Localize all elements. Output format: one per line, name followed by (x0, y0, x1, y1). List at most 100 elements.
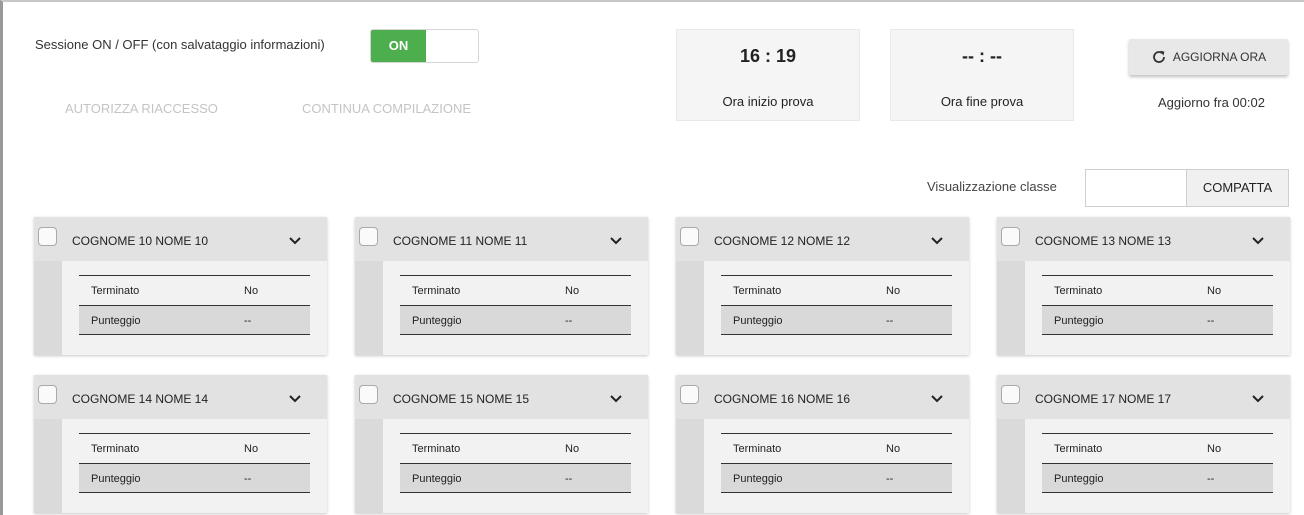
info-value: No (565, 443, 580, 455)
session-toggle[interactable]: ON (370, 29, 479, 63)
chevron-down-icon[interactable] (609, 391, 623, 403)
info-value: -- (886, 473, 894, 485)
student-info-table: Terminato No Punteggio -- (1042, 433, 1273, 493)
compact-view-button[interactable]: COMPATTA (1186, 169, 1289, 207)
start-time-caption: Ora inizio prova (722, 94, 814, 109)
student-card: COGNOME 13 NOME 13 Terminato No Punteggio -- (997, 217, 1290, 355)
info-value: No (244, 443, 259, 455)
info-value: No (886, 443, 901, 455)
student-info-table: Terminato No Punteggio -- (400, 275, 631, 335)
info-label: Punteggio (412, 473, 462, 485)
student-card-header[interactable]: COGNOME 17 NOME 17 (997, 375, 1290, 419)
toggle-on-label[interactable]: ON (371, 30, 426, 62)
student-info-table: Terminato No Punteggio -- (79, 433, 310, 493)
student-card: COGNOME 15 NOME 15 Terminato No Punteggio -- (355, 375, 648, 513)
info-value: No (244, 285, 259, 297)
chevron-down-icon[interactable] (1251, 391, 1265, 403)
card-side-strip (355, 419, 383, 513)
info-value: -- (886, 315, 894, 327)
student-info-row: Terminato No (79, 275, 310, 305)
info-label: Punteggio (412, 315, 462, 327)
info-label: Punteggio (91, 315, 141, 327)
student-info-table: Terminato No Punteggio -- (721, 275, 952, 335)
student-info-row: Terminato No (721, 433, 952, 463)
student-name: COGNOME 12 NOME 12 (714, 234, 851, 248)
start-time-box: 16 : 19 Ora inizio prova (676, 29, 860, 121)
card-side-strip (676, 419, 704, 513)
info-label: Terminato (733, 285, 782, 297)
student-card-header[interactable]: COGNOME 11 NOME 11 (355, 217, 648, 261)
class-view-label: Visualizzazione classe (927, 179, 1057, 194)
student-select-checkbox[interactable] (680, 227, 699, 246)
student-select-checkbox[interactable] (680, 385, 699, 404)
student-name: COGNOME 10 NOME 10 (72, 234, 209, 248)
student-name: COGNOME 14 NOME 14 (72, 392, 209, 406)
student-info-row: Punteggio -- (721, 305, 952, 335)
student-info-table: Terminato No Punteggio -- (400, 433, 631, 493)
student-card: COGNOME 11 NOME 11 Terminato No Punteggio -- (355, 217, 648, 355)
student-name: COGNOME 16 NOME 16 (714, 392, 851, 406)
card-side-strip (676, 261, 704, 355)
student-info-row: Punteggio -- (1042, 305, 1273, 335)
student-info-row: Terminato No (1042, 275, 1273, 305)
student-info-table: Terminato No Punteggio -- (721, 433, 952, 493)
refresh-countdown: Aggiorno fra 00:02 (1158, 95, 1265, 110)
student-name: COGNOME 13 NOME 13 (1035, 234, 1172, 248)
student-card-header[interactable]: COGNOME 10 NOME 10 (34, 217, 327, 261)
info-value: -- (1207, 315, 1215, 327)
chevron-down-icon[interactable] (288, 391, 302, 403)
info-value: -- (244, 473, 252, 485)
student-info-row: Punteggio -- (400, 305, 631, 335)
info-label: Punteggio (1054, 473, 1104, 485)
student-card-header[interactable]: COGNOME 14 NOME 14 (34, 375, 327, 419)
student-info-row: Punteggio -- (79, 305, 310, 335)
student-info-row: Punteggio -- (721, 463, 952, 493)
student-select-checkbox[interactable] (38, 385, 57, 404)
card-side-strip (997, 419, 1025, 513)
student-card: COGNOME 16 NOME 16 Terminato No Punteggio -- (676, 375, 969, 513)
authorize-reentry-button[interactable]: AUTORIZZA RIACCESSO (65, 101, 218, 116)
student-info-row: Terminato No (79, 433, 310, 463)
chevron-down-icon[interactable] (930, 233, 944, 245)
student-select-checkbox[interactable] (359, 227, 378, 246)
session-toggle-label: Sessione ON / OFF (con salvataggio infor… (35, 37, 325, 52)
info-label: Punteggio (91, 473, 141, 485)
student-info-row: Punteggio -- (400, 463, 631, 493)
student-card-header[interactable]: COGNOME 15 NOME 15 (355, 375, 648, 419)
chevron-down-icon[interactable] (1251, 233, 1265, 245)
start-time-value: 16 : 19 (739, 46, 797, 66)
student-select-checkbox[interactable] (1001, 385, 1020, 404)
student-name: COGNOME 11 NOME 11 (393, 234, 528, 248)
refresh-time-button[interactable]: AGGIORNA ORA (1129, 39, 1288, 75)
chevron-down-icon[interactable] (609, 233, 623, 245)
student-name: COGNOME 17 NOME 17 (1035, 392, 1172, 406)
info-label: Terminato (1054, 443, 1103, 455)
student-info-row: Terminato No (721, 275, 952, 305)
info-value: No (1207, 285, 1222, 297)
chevron-down-icon[interactable] (930, 391, 944, 403)
info-value: No (1207, 443, 1222, 455)
card-side-strip (34, 419, 62, 513)
student-info-row: Punteggio -- (79, 463, 310, 493)
info-label: Terminato (412, 443, 461, 455)
info-label: Terminato (91, 443, 140, 455)
student-card-header[interactable]: COGNOME 12 NOME 12 (676, 217, 969, 261)
chevron-down-icon[interactable] (288, 233, 302, 245)
student-info-row: Terminato No (400, 433, 631, 463)
student-card-header[interactable]: COGNOME 16 NOME 16 (676, 375, 969, 419)
info-value: -- (565, 315, 573, 327)
info-label: Terminato (733, 443, 782, 455)
student-info-table: Terminato No Punteggio -- (79, 275, 310, 335)
student-info-row: Terminato No (400, 275, 631, 305)
info-value: -- (565, 473, 573, 485)
student-card-header[interactable]: COGNOME 13 NOME 13 (997, 217, 1290, 261)
student-select-checkbox[interactable] (38, 227, 57, 246)
end-time-caption: Ora fine prova (940, 94, 1024, 109)
student-select-checkbox[interactable] (359, 385, 378, 404)
end-time-box: -- : -- Ora fine prova (890, 29, 1074, 121)
class-view-field[interactable] (1085, 169, 1186, 207)
student-select-checkbox[interactable] (1001, 227, 1020, 246)
info-label: Terminato (1054, 285, 1103, 297)
continue-compilation-button[interactable]: CONTINUA COMPILAZIONE (302, 101, 471, 116)
info-label: Punteggio (733, 473, 783, 485)
